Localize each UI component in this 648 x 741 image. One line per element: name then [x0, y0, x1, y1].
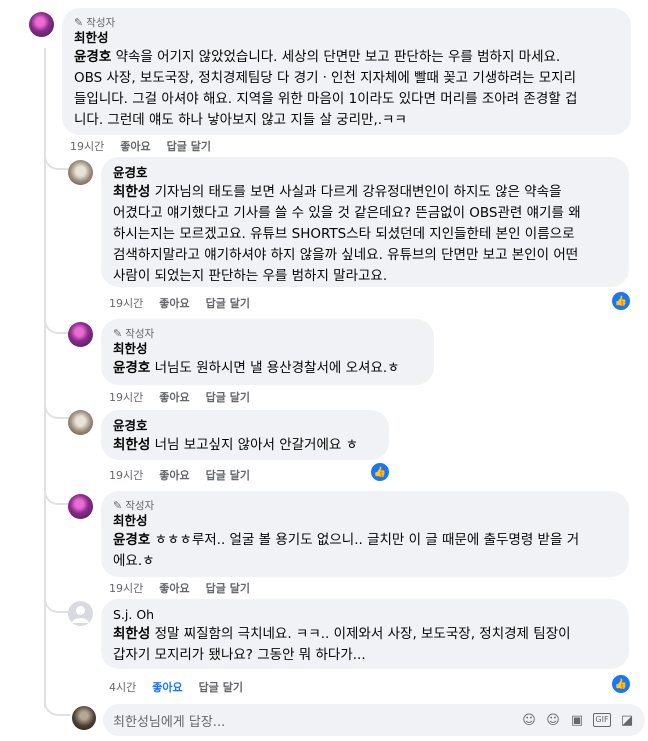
reply-button[interactable]: 답글 달기: [167, 138, 211, 154]
comment-bubble: ✎ 작성자 최한성 윤경호 너님도 원하시면 낼 용산경찰서에 오셔요.ㅎ: [101, 319, 434, 385]
author-badge: ✎ 작성자: [74, 15, 116, 29]
reply-button[interactable]: 답글 달기: [199, 679, 243, 695]
comment-text: 최한성 기자님의 태도를 보면 사실과 다르게 강유정대변인이 하지도 않은 약…: [113, 184, 581, 284]
thread-corner: [44, 150, 70, 170]
like-reaction-icon[interactable]: 👍: [610, 290, 632, 312]
comment-bubble: S.j. Oh 최한성 정말 찌질함의 극치네요. ㅋㅋ.. 이제와서 사장, …: [101, 599, 629, 669]
timestamp[interactable]: 4시간: [109, 679, 136, 695]
like-button[interactable]: 좋아요: [120, 138, 150, 154]
like-button[interactable]: 좋아요: [152, 679, 182, 695]
like-button[interactable]: 좋아요: [159, 467, 189, 483]
avatar[interactable]: [68, 410, 93, 435]
author-badge: ✎ 작성자: [113, 326, 155, 340]
comment-author[interactable]: S.j. Oh: [113, 606, 617, 624]
thread-corner: [44, 300, 70, 334]
comment-actions: 19시간 좋아요 답글 달기: [109, 467, 250, 483]
comment-author[interactable]: 윤경호: [113, 164, 617, 182]
comment-actions: 19시간 좋아요 답글 달기: [109, 580, 250, 596]
reply-button[interactable]: 답글 달기: [206, 467, 250, 483]
comment-author[interactable]: 최한성: [74, 29, 619, 47]
pen-icon: ✎: [113, 326, 123, 340]
thread-corner: [44, 585, 70, 613]
thread-line-main: [44, 48, 46, 708]
gif-icon[interactable]: GIF: [593, 712, 611, 727]
timestamp[interactable]: 19시간: [70, 138, 104, 154]
avatar[interactable]: [68, 160, 93, 185]
timestamp[interactable]: 19시간: [109, 295, 143, 311]
comment-author[interactable]: 최한성: [113, 512, 617, 530]
comment-actions: 4시간 좋아요 답글 달기: [109, 679, 243, 695]
comment-bubble: 윤경호 최한성 너님 보고싶지 않아서 안갈거에요 ㅎ: [101, 410, 389, 460]
timestamp[interactable]: 19시간: [109, 467, 143, 483]
avatar-sticker-icon[interactable]: ☺: [521, 713, 537, 728]
comment-text: 최한성 정말 찌질함의 극치네요. ㅋㅋ.. 이제와서 사장, 보도국장, 정치…: [113, 626, 571, 663]
mention-link[interactable]: 최한성: [113, 437, 150, 453]
reply-input[interactable]: 최한성님에게 답장... ☺ ☺ ▣ GIF ◪: [103, 704, 645, 736]
reply-placeholder[interactable]: 최한성님에게 답장...: [113, 711, 521, 730]
comment-text: 최한성 너님 보고싶지 않아서 안갈거에요 ㅎ: [113, 437, 359, 453]
comment-bubble: ✎ 작성자 최한성 윤경호 약속을 어기지 않았었습니다. 세상의 단면만 보고…: [62, 8, 631, 135]
comment-bubble: ✎ 작성자 최한성 윤경호 ㅎㅎㅎ루저.. 얼굴 볼 용기도 없으니.. 글치만…: [101, 491, 629, 577]
author-badge: ✎ 작성자: [113, 498, 155, 512]
mention-link[interactable]: 최한성: [113, 184, 150, 200]
comment-bubble: 윤경호 최한성 기자님의 태도를 보면 사실과 다르게 강유정대변인이 하지도 …: [101, 157, 629, 287]
comment-text: 윤경호 ㅎㅎㅎ루저.. 얼굴 볼 용기도 없으니.. 글치만 이 글 때문에 출…: [113, 532, 580, 569]
timestamp[interactable]: 19시간: [109, 580, 143, 596]
reply-button[interactable]: 답글 달기: [206, 580, 250, 596]
like-button[interactable]: 좋아요: [159, 295, 189, 311]
default-avatar-icon: [72, 606, 89, 623]
reply-button[interactable]: 답글 달기: [206, 389, 250, 405]
comment-text: 윤경호 너님도 원하시면 낼 용산경찰서에 오셔요.ㅎ: [113, 360, 400, 376]
mention-link[interactable]: 최한성: [113, 626, 150, 642]
emoji-icon[interactable]: ☺: [545, 713, 561, 728]
like-button[interactable]: 좋아요: [159, 580, 189, 596]
reply-button[interactable]: 답글 달기: [206, 295, 250, 311]
avatar[interactable]: [68, 322, 93, 347]
avatar[interactable]: [68, 494, 93, 519]
avatar[interactable]: [68, 601, 93, 626]
timestamp[interactable]: 19시간: [109, 389, 143, 405]
mention-link[interactable]: 윤경호: [113, 532, 150, 548]
pen-icon: ✎: [113, 498, 123, 512]
mention-link[interactable]: 윤경호: [74, 49, 111, 65]
comment-author[interactable]: 최한성: [113, 340, 422, 358]
like-button[interactable]: 좋아요: [159, 389, 189, 405]
comment-actions: 19시간 좋아요 답글 달기: [109, 389, 250, 405]
mention-link[interactable]: 윤경호: [113, 360, 150, 376]
thread-corner: [44, 475, 70, 505]
thread-corner: [44, 395, 70, 419]
sticker-icon[interactable]: ◪: [619, 713, 635, 728]
comment-actions: 19시간 좋아요 답글 달기: [70, 138, 211, 154]
avatar[interactable]: [29, 12, 54, 37]
pen-icon: ✎: [74, 15, 84, 29]
camera-icon[interactable]: ▣: [569, 713, 585, 728]
comment-author[interactable]: 윤경호: [113, 417, 377, 435]
thread-corner: [44, 692, 70, 716]
reply-toolbar: ☺ ☺ ▣ GIF ◪: [521, 712, 635, 728]
like-reaction-icon[interactable]: 👍: [369, 461, 391, 483]
like-reaction-icon[interactable]: 👍: [610, 673, 632, 695]
comment-actions: 19시간 좋아요 답글 달기: [109, 295, 250, 311]
current-user-avatar[interactable]: [72, 706, 96, 730]
comment-text: 윤경호 약속을 어기지 않았었습니다. 세상의 단면만 보고 판단하는 우를 범…: [74, 49, 578, 128]
